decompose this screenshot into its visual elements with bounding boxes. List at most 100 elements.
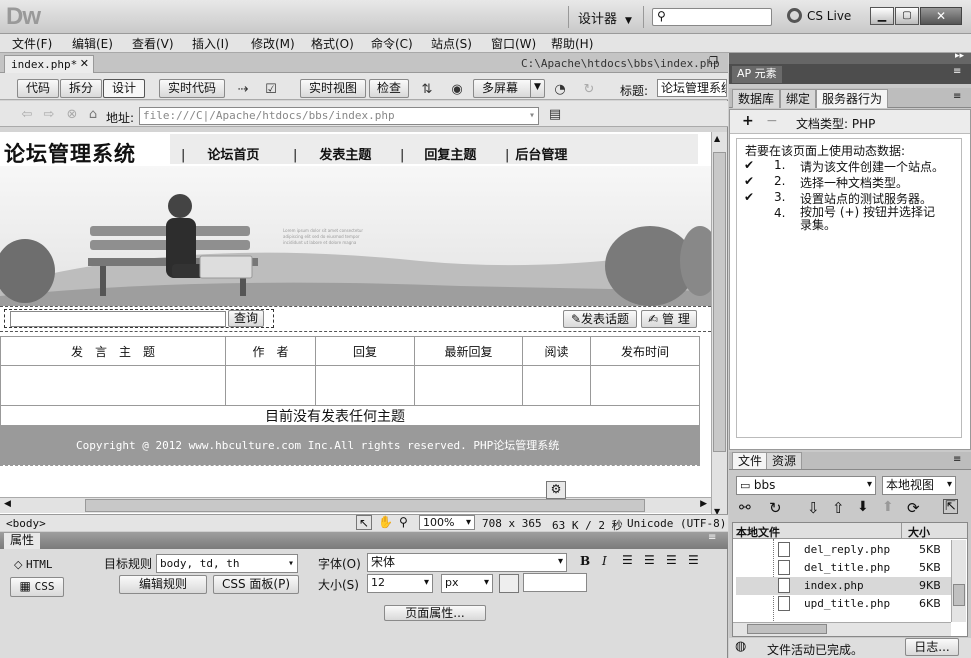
- synchronize-icon[interactable]: ⟳: [907, 499, 920, 517]
- add-icon[interactable]: +: [742, 113, 754, 129]
- tag-selector[interactable]: <body>: [6, 517, 46, 530]
- collapse-icon[interactable]: ▸▸: [955, 51, 964, 61]
- vertical-scrollbar[interactable]: ▲ ▼: [711, 132, 727, 518]
- tab-assets[interactable]: 资源: [766, 452, 803, 469]
- file-row[interactable]: upd_title.php 6KB: [736, 595, 962, 613]
- page-search-input[interactable]: [10, 311, 226, 327]
- file-row[interactable]: del_title.php 5KB: [736, 559, 962, 577]
- refresh-icon[interactable]: ↻: [578, 80, 600, 98]
- menu-commands[interactable]: 命令(C): [371, 35, 413, 52]
- ap-elements-tab[interactable]: AP 元素: [732, 66, 782, 83]
- column-size[interactable]: 大小: [908, 524, 930, 540]
- browser-navigation-icon[interactable]: ▤: [543, 105, 567, 123]
- align-right-icon[interactable]: ☰: [666, 553, 677, 567]
- menu-format[interactable]: 格式(O): [311, 35, 354, 52]
- inspect-mode-icon[interactable]: ⇢: [232, 80, 254, 98]
- browser-preview-icon[interactable]: ◉: [444, 80, 470, 98]
- menu-window[interactable]: 窗口(W): [491, 35, 536, 52]
- back-icon[interactable]: ⇦: [18, 105, 36, 123]
- remove-icon[interactable]: −: [766, 113, 778, 129]
- check-out-icon[interactable]: ⬇: [857, 499, 869, 515]
- restore-icon[interactable]: ❐: [709, 56, 718, 67]
- log-button[interactable]: 日志...: [905, 638, 959, 656]
- tab-server-behaviors[interactable]: 服务器行为: [816, 89, 889, 108]
- refresh-files-icon[interactable]: ↻: [769, 499, 782, 517]
- page-properties-button[interactable]: 页面属性...: [384, 605, 486, 621]
- zoom-select[interactable]: 100%: [419, 515, 475, 530]
- cs-live-button[interactable]: CS Live: [787, 8, 851, 23]
- manage-button[interactable]: ✍ 管 理: [641, 310, 697, 328]
- column-local-files[interactable]: 本地文件: [736, 524, 780, 540]
- unit-select[interactable]: px: [441, 574, 493, 593]
- design-view-button[interactable]: 设计: [103, 79, 145, 98]
- document-tab[interactable]: index.php* ✕: [4, 55, 94, 73]
- menu-edit[interactable]: 编辑(E): [72, 35, 113, 52]
- search-input[interactable]: ⚲: [652, 8, 772, 26]
- file-management-icon[interactable]: ⇅: [414, 80, 440, 98]
- edit-rule-button[interactable]: 编辑规则: [119, 575, 207, 594]
- align-justify-icon[interactable]: ☰: [688, 553, 699, 567]
- workspace-switcher[interactable]: 设计器 ▼: [578, 8, 632, 27]
- font-size-select[interactable]: 12: [367, 574, 433, 593]
- menu-site[interactable]: 站点(S): [431, 35, 472, 52]
- file-list-hscroll[interactable]: [733, 622, 951, 636]
- zoom-tool-icon[interactable]: ⚲: [399, 515, 408, 529]
- visual-aids-icon[interactable]: ◔: [548, 80, 572, 98]
- menu-insert[interactable]: 插入(I): [192, 35, 229, 52]
- menu-help[interactable]: 帮助(H): [551, 35, 593, 52]
- nav-admin[interactable]: | 后台管理: [505, 144, 567, 163]
- panel-menu-icon[interactable]: ≡: [708, 532, 716, 543]
- close-tab-icon[interactable]: ✕: [80, 57, 89, 70]
- tab-database[interactable]: 数据库: [732, 89, 781, 108]
- bold-button[interactable]: B: [580, 554, 590, 568]
- close-button[interactable]: ✕: [920, 7, 962, 25]
- nav-post[interactable]: | 发表主题: [293, 144, 371, 163]
- panel-menu-icon[interactable]: ≡: [953, 454, 961, 465]
- hand-tool-icon[interactable]: ✋: [378, 515, 393, 529]
- validate-icon[interactable]: ☑: [258, 80, 284, 98]
- properties-tab[interactable]: 属性: [4, 533, 41, 549]
- tab-files[interactable]: 文件: [732, 452, 769, 469]
- file-row[interactable]: del_reply.php 5KB: [736, 541, 962, 559]
- page-title-input[interactable]: 论坛管理系统: [657, 79, 727, 97]
- file-list-vscroll[interactable]: [951, 540, 966, 622]
- horizontal-scrollbar[interactable]: ◀ ▶: [0, 497, 711, 513]
- pointer-tool-icon[interactable]: ↖: [356, 515, 372, 530]
- menu-file[interactable]: 文件(F): [12, 35, 52, 52]
- home-icon[interactable]: ⌂: [84, 105, 102, 123]
- post-topic-button[interactable]: ✎发表话题: [563, 310, 637, 328]
- font-select[interactable]: 宋体: [367, 553, 567, 572]
- target-rule-select[interactable]: body, td, th: [156, 554, 298, 573]
- connect-icon[interactable]: ⚯: [739, 500, 751, 516]
- site-select[interactable]: ▭ bbs: [736, 476, 876, 495]
- expand-icon[interactable]: ⇱: [943, 499, 958, 514]
- view-select[interactable]: 本地视图: [882, 476, 956, 495]
- check-in-icon[interactable]: ⬆: [882, 499, 894, 515]
- maximize-button[interactable]: ▢: [895, 7, 919, 25]
- minimize-button[interactable]: ▁: [870, 7, 894, 25]
- live-view-button[interactable]: 实时视图: [300, 79, 366, 98]
- color-input[interactable]: [523, 573, 587, 592]
- forward-icon[interactable]: ⇨: [40, 105, 58, 123]
- design-canvas[interactable]: 论坛管理系统 | 论坛首页 | 发表主题 | 回复主题 | 后台管理 Lorem…: [0, 132, 711, 518]
- file-row[interactable]: index.php 9KB: [736, 577, 962, 595]
- split-view-button[interactable]: 拆分: [60, 79, 102, 98]
- italic-button[interactable]: I: [602, 554, 607, 568]
- menu-modify[interactable]: 修改(M): [251, 35, 295, 52]
- nav-reply[interactable]: | 回复主题: [400, 144, 476, 163]
- css-panel-button[interactable]: CSS 面板(P): [213, 575, 299, 594]
- put-files-icon[interactable]: ⇧: [832, 499, 845, 517]
- hidden-element-icon[interactable]: ⚙: [546, 481, 566, 499]
- html-mode-button[interactable]: ◇ HTML: [14, 558, 52, 571]
- window-size[interactable]: 708 x 365: [482, 517, 542, 530]
- inspect-button[interactable]: 检查: [369, 79, 409, 98]
- address-input[interactable]: file:///C|/Apache/htdocs/bbs/index.php: [139, 107, 539, 125]
- live-code-button[interactable]: 实时代码: [159, 79, 225, 98]
- align-left-icon[interactable]: ☰: [622, 553, 633, 567]
- code-view-button[interactable]: 代码: [17, 79, 59, 98]
- page-search-button[interactable]: 查询: [228, 310, 264, 327]
- color-swatch[interactable]: [499, 574, 519, 593]
- panel-menu-icon[interactable]: ≡: [953, 66, 961, 77]
- tab-bindings[interactable]: 绑定: [780, 89, 817, 108]
- stop-icon[interactable]: ⊗: [63, 105, 81, 123]
